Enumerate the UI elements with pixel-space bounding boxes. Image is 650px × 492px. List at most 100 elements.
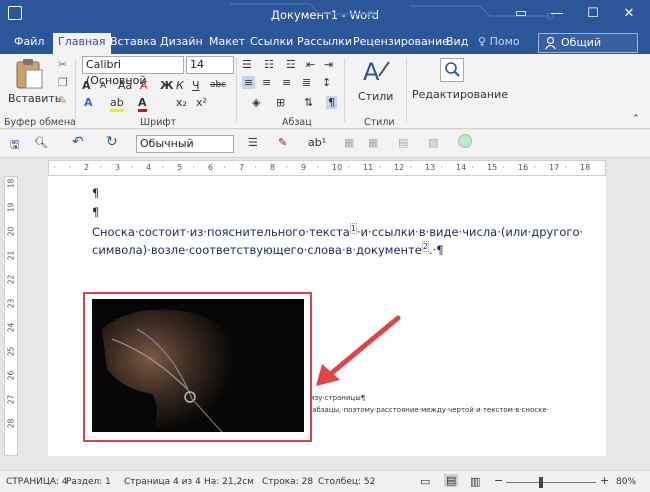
- underline-button[interactable]: Ч: [192, 79, 200, 92]
- grid-icon[interactable]: ▦: [368, 136, 378, 149]
- redo-icon[interactable]: ↻: [106, 134, 118, 150]
- style-combo[interactable]: Обычный: [136, 135, 234, 153]
- superscript-button[interactable]: x²: [196, 96, 207, 109]
- separator: [75, 58, 76, 122]
- decrease-indent-icon[interactable]: ⇤: [306, 58, 315, 71]
- read-mode-icon[interactable]: ▭: [420, 475, 430, 488]
- zoom-slider-thumb[interactable]: [539, 477, 543, 488]
- close-button[interactable]: ✕: [612, 0, 646, 30]
- status-section[interactable]: Раздел: 1: [66, 477, 111, 487]
- tab-insert[interactable]: Вставка: [110, 35, 157, 48]
- tab-tellme[interactable]: ♀ Помо: [478, 35, 520, 48]
- ribbon-options-button[interactable]: ▭: [504, 0, 538, 30]
- minimize-button[interactable]: —: [540, 0, 574, 30]
- shapes-icon[interactable]: [458, 134, 472, 148]
- sort-icon[interactable]: ⇅: [304, 96, 313, 109]
- numbering-icon[interactable]: ☷: [264, 58, 274, 71]
- increase-indent-icon[interactable]: ⇥: [324, 58, 333, 71]
- document-page[interactable]: ¶ ¶ Сноска·состоит·из·пояснительного·тек…: [48, 176, 606, 456]
- share-button[interactable]: Общий доступ: [538, 33, 638, 67]
- status-bar: СТРАНИЦА: 4 Раздел: 1 Страница 4 из 4 На…: [0, 470, 650, 492]
- tab-references[interactable]: Ссылки: [250, 35, 293, 48]
- grow-font-button[interactable]: A: [82, 79, 91, 92]
- table-icon[interactable]: ▦: [344, 136, 354, 149]
- collapse-ribbon-icon[interactable]: ⌃: [632, 114, 640, 124]
- strikethrough-button[interactable]: abc: [210, 80, 226, 90]
- font-name-combo[interactable]: Calibri (Основной: [82, 56, 184, 87]
- change-case-button[interactable]: Aa: [118, 79, 132, 92]
- format-painter-icon[interactable]: ✎: [58, 94, 67, 107]
- show-marks-button[interactable]: ¶: [326, 96, 337, 109]
- status-page[interactable]: СТРАНИЦА: 4: [6, 477, 68, 487]
- highlighter-icon[interactable]: ✎: [278, 136, 287, 149]
- vruler-tick: 24: [6, 322, 16, 333]
- save-icon[interactable]: 🖫: [10, 136, 19, 155]
- zoom-in-button[interactable]: +: [600, 474, 609, 487]
- tab-home[interactable]: Главная: [53, 33, 111, 54]
- chart-icon[interactable]: ▤: [398, 136, 408, 149]
- bold-button-2[interactable]: Ж: [160, 79, 173, 92]
- cut-icon[interactable]: ✂: [58, 58, 67, 71]
- font-color-icon[interactable]: A: [138, 96, 147, 112]
- editing-button[interactable]: Редактирование: [410, 56, 508, 114]
- quick-access-toolbar: 🖫 🔍︎ ↶ ↻ Обычный ☰ ✎ ab¹ ▦ ▦ ▤ ▧: [0, 130, 650, 158]
- shading-icon[interactable]: ◈: [252, 96, 260, 109]
- tab-file[interactable]: Файл: [14, 35, 44, 48]
- highlight-icon[interactable]: ab: [110, 96, 124, 112]
- ruler-tick: ·: [192, 163, 196, 172]
- separator: [236, 58, 237, 122]
- zoom-slider[interactable]: [506, 477, 596, 488]
- paste-button[interactable]: Вставить: [8, 58, 61, 110]
- picture-icon[interactable]: ▧: [428, 136, 438, 149]
- zoom-level[interactable]: 80%: [616, 477, 636, 487]
- web-layout-icon[interactable]: ▥: [470, 475, 480, 488]
- print-layout-icon[interactable]: ▤: [444, 474, 459, 487]
- italic-button[interactable]: К: [176, 79, 184, 92]
- tellme-label: Помо: [489, 35, 520, 48]
- status-line[interactable]: Строка: 28: [262, 477, 313, 487]
- text-effects-icon[interactable]: A: [84, 96, 93, 109]
- tab-view[interactable]: Вид: [446, 35, 468, 48]
- ruler-tick: 5: [177, 163, 183, 172]
- vruler-tick: 19: [6, 202, 16, 213]
- vertical-ruler[interactable]: 18 19 20 21 22 23 24 25 26 27 28: [4, 176, 18, 456]
- subscript-button-2[interactable]: x₂: [176, 96, 187, 109]
- print-preview-icon[interactable]: 🔍︎: [34, 136, 48, 149]
- footnote-ref-1[interactable]: 1: [349, 223, 357, 234]
- footnote-ref-2[interactable]: 2: [421, 241, 429, 252]
- horse-illustration: [102, 309, 242, 432]
- font-size-combo[interactable]: 14: [186, 56, 234, 74]
- list-icon[interactable]: ☰: [248, 136, 258, 149]
- undo-icon[interactable]: ↶: [72, 134, 84, 150]
- maximize-button[interactable]: ☐: [576, 0, 610, 30]
- person-icon: [545, 36, 556, 50]
- clear-format-icon[interactable]: A̸: [140, 79, 148, 92]
- footnote-icon[interactable]: ab¹: [308, 136, 326, 149]
- borders-icon[interactable]: ⊞: [276, 96, 285, 109]
- justify-icon[interactable]: ≣: [302, 76, 311, 89]
- tab-design[interactable]: Дизайн: [160, 35, 203, 48]
- align-right-icon[interactable]: ≡: [282, 76, 291, 89]
- status-page-of[interactable]: Страница 4 из 4: [124, 477, 201, 487]
- horse-image[interactable]: [92, 299, 304, 432]
- line-spacing-icon[interactable]: ↕: [322, 76, 331, 89]
- copy-icon[interactable]: ❐: [58, 76, 68, 89]
- vruler-tick: 23: [6, 298, 16, 309]
- tab-mailings[interactable]: Рассылки: [297, 35, 352, 48]
- ruler-tick: ·: [68, 163, 72, 172]
- ruler-tick: 6: [208, 163, 214, 172]
- horizontal-ruler[interactable]: · · 2 · 3 · 4 · 5 · 6 · 7 · 8 · 9 · 10 · 11 · 12 · 13 · 14 · 15 · 16 · 1…: [48, 160, 606, 176]
- shrink-font-button[interactable]: A: [100, 81, 106, 91]
- body-text: .·¶: [428, 242, 444, 257]
- multilevel-icon[interactable]: ☲: [286, 58, 296, 71]
- tab-review[interactable]: Рецензирование: [353, 35, 449, 48]
- align-left-icon[interactable]: ≡: [242, 76, 256, 89]
- bullets-icon[interactable]: ☰: [242, 58, 252, 71]
- ruler-tick: 13: [425, 163, 436, 172]
- status-position[interactable]: На: 21,2см: [204, 477, 254, 487]
- tab-layout[interactable]: Макет: [209, 35, 245, 48]
- status-column[interactable]: Столбец: 52: [318, 477, 375, 487]
- styles-button[interactable]: A Стили: [350, 56, 402, 114]
- zoom-out-button[interactable]: −: [494, 474, 503, 487]
- align-center-icon[interactable]: ≡: [262, 76, 271, 89]
